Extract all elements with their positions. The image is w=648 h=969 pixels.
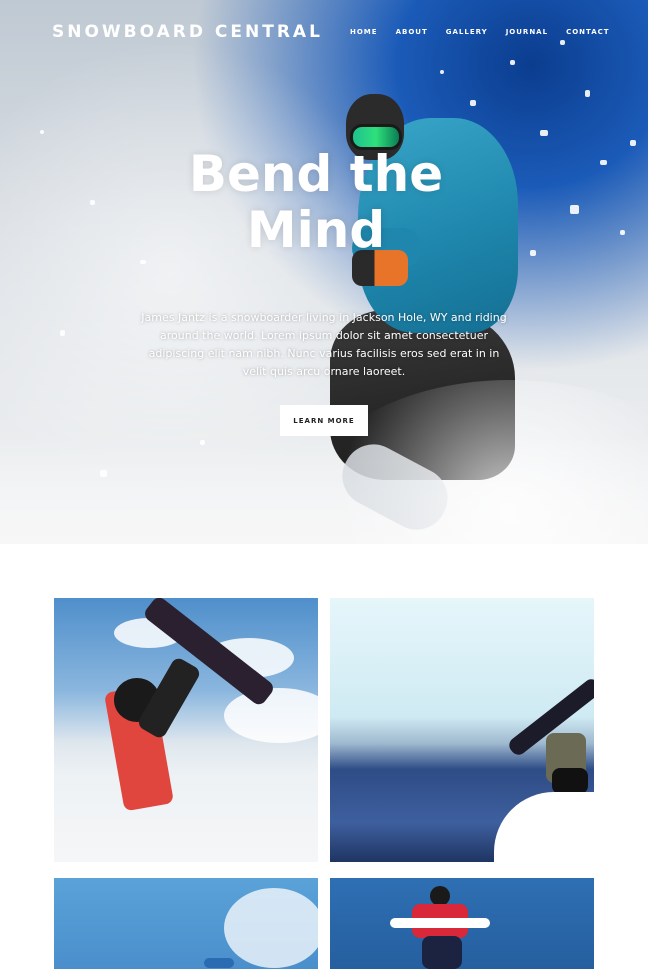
snowboard (204, 958, 234, 968)
gallery-image-2[interactable] (330, 598, 594, 862)
snow-spray (224, 888, 318, 968)
top-navigation-bar: SNOWBOARD CENTRAL HOME ABOUT GALLERY JOU… (0, 0, 648, 64)
nav-item-contact[interactable]: CONTACT (566, 28, 610, 36)
nav-item-gallery[interactable]: GALLERY (446, 28, 488, 36)
rider-helmet (430, 886, 450, 906)
site-logo[interactable]: SNOWBOARD CENTRAL (52, 22, 323, 42)
rider-pants (422, 936, 462, 969)
gallery-section (0, 544, 648, 969)
rider-arm (390, 918, 490, 928)
nav-item-about[interactable]: ABOUT (396, 28, 428, 36)
hero-section: SNOWBOARD CENTRAL HOME ABOUT GALLERY JOU… (0, 0, 648, 544)
hero-description: James Jantz is a snowboarder living in J… (141, 311, 507, 378)
main-nav: HOME ABOUT GALLERY JOURNAL CONTACT (350, 28, 628, 36)
gallery-image-4[interactable] (330, 878, 594, 969)
learn-more-button[interactable]: LEARN MORE (280, 405, 368, 436)
nav-item-journal[interactable]: JOURNAL (506, 28, 548, 36)
cloud (224, 688, 318, 743)
gallery-image-3[interactable] (54, 878, 318, 969)
hero-title: Bend the Mind (188, 145, 444, 259)
nav-item-home[interactable]: HOME (350, 28, 378, 36)
snow-ledge (494, 792, 594, 862)
gallery-image-1[interactable] (54, 598, 318, 862)
rider-legs (552, 768, 588, 794)
